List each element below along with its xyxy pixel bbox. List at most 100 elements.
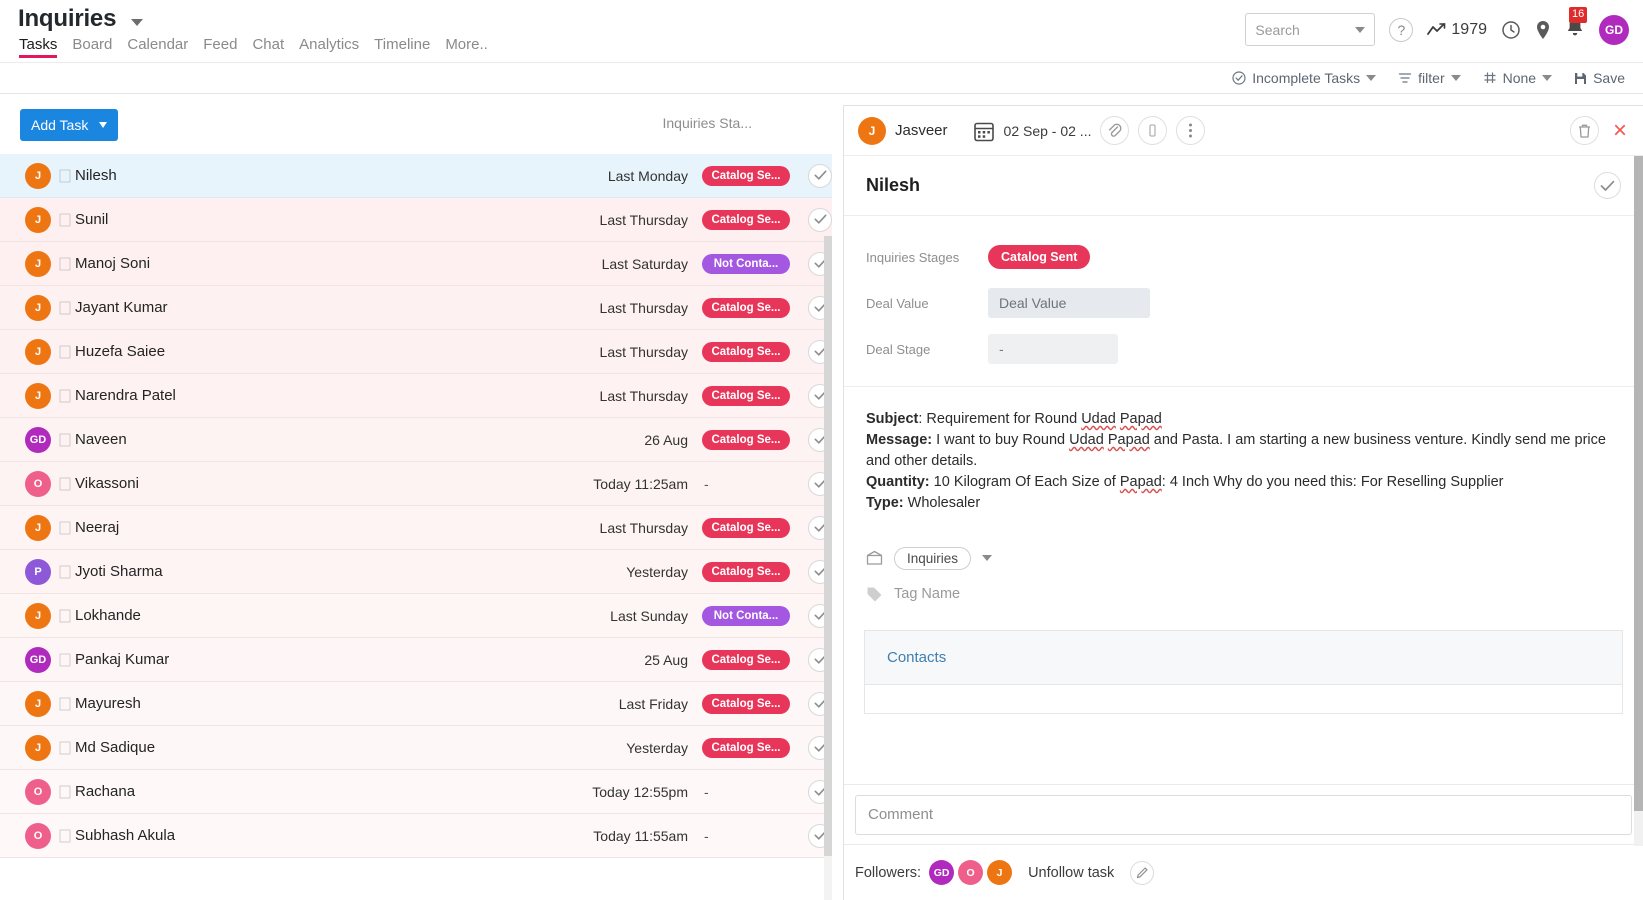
- deal-stage-field[interactable]: -: [988, 334, 1118, 364]
- table-row[interactable]: JJayant KumarLast ThursdayCatalog Se...: [0, 286, 832, 330]
- table-row[interactable]: GDNaveen26 AugCatalog Se...: [0, 418, 832, 462]
- activity-counter[interactable]: 1979: [1427, 21, 1487, 39]
- table-row[interactable]: JSunilLast ThursdayCatalog Se...: [0, 198, 832, 242]
- table-row[interactable]: ORachanaToday 12:55pm-: [0, 770, 832, 814]
- comment-input[interactable]: Comment: [855, 795, 1632, 835]
- avatar[interactable]: GD: [929, 860, 954, 885]
- drag-handle-icon[interactable]: [59, 741, 71, 755]
- stage-badge[interactable]: Catalog Sent: [988, 245, 1090, 269]
- toolbar-save[interactable]: Save: [1574, 70, 1625, 86]
- nav-item-tasks[interactable]: Tasks: [19, 36, 57, 58]
- table-row[interactable]: JLokhandeLast SundayNot Conta...: [0, 594, 832, 638]
- nav-item-board[interactable]: Board: [72, 36, 112, 58]
- table-row[interactable]: PJyoti SharmaYesterdayCatalog Se...: [0, 550, 832, 594]
- nav-item-chat[interactable]: Chat: [252, 36, 284, 58]
- drag-handle-icon[interactable]: [59, 521, 71, 535]
- drag-handle-icon[interactable]: [59, 697, 71, 711]
- table-row[interactable]: JMd SadiqueYesterdayCatalog Se...: [0, 726, 832, 770]
- avatar[interactable]: J: [987, 860, 1012, 885]
- table-row[interactable]: JNarendra PatelLast ThursdayCatalog Se..…: [0, 374, 832, 418]
- task-list-scrollbar[interactable]: [824, 236, 832, 900]
- table-row[interactable]: JManoj SoniLast SaturdayNot Conta...: [0, 242, 832, 286]
- search-input[interactable]: Search: [1245, 13, 1375, 46]
- status-badge[interactable]: Catalog Se...: [702, 562, 790, 582]
- nav-item-calendar[interactable]: Calendar: [127, 36, 188, 58]
- drag-handle-icon[interactable]: [59, 345, 71, 359]
- drag-handle-icon[interactable]: [59, 257, 71, 271]
- table-row[interactable]: JMayureshLast FridayCatalog Se...: [0, 682, 832, 726]
- toolbar-filter[interactable]: filter: [1398, 70, 1460, 86]
- notifications-button[interactable]: 16: [1565, 17, 1585, 43]
- drag-handle-icon[interactable]: [59, 213, 71, 227]
- close-icon[interactable]: ×: [1613, 119, 1627, 143]
- tag-row[interactable]: Tag Name: [866, 576, 1621, 612]
- location-pin-icon[interactable]: [1535, 20, 1551, 40]
- chevron-down-icon[interactable]: [99, 122, 107, 128]
- detail-date-range[interactable]: 02 Sep - 02 ...: [973, 120, 1092, 142]
- chevron-down-icon[interactable]: [131, 19, 143, 26]
- drag-handle-icon[interactable]: [59, 477, 71, 491]
- note-icon[interactable]: [1138, 116, 1167, 145]
- nav-item-more[interactable]: More..: [445, 36, 488, 58]
- drag-handle-icon[interactable]: [59, 565, 71, 579]
- status-badge[interactable]: Catalog Se...: [702, 210, 790, 230]
- drag-handle-icon[interactable]: [59, 301, 71, 315]
- status-badge[interactable]: -: [702, 780, 790, 804]
- add-task-button[interactable]: Add Task: [20, 109, 118, 141]
- status-badge[interactable]: -: [702, 824, 790, 848]
- avatar[interactable]: GD: [1599, 15, 1629, 45]
- status-badge[interactable]: Catalog Se...: [702, 518, 790, 538]
- drag-handle-icon[interactable]: [59, 785, 71, 799]
- status-badge[interactable]: Catalog Se...: [702, 342, 790, 362]
- nav-item-feed[interactable]: Feed: [203, 36, 237, 58]
- help-icon[interactable]: ?: [1389, 18, 1413, 42]
- avatar[interactable]: O: [958, 860, 983, 885]
- status-badge[interactable]: Catalog Se...: [702, 694, 790, 714]
- table-row[interactable]: JNeerajLast ThursdayCatalog Se...: [0, 506, 832, 550]
- drag-handle-icon[interactable]: [59, 169, 71, 183]
- table-row[interactable]: GDPankaj Kumar25 AugCatalog Se...: [0, 638, 832, 682]
- status-badge[interactable]: -: [702, 472, 790, 496]
- status-badge[interactable]: Catalog Se...: [702, 430, 790, 450]
- clock-icon[interactable]: [1501, 20, 1521, 40]
- scrollbar-thumb[interactable]: [1634, 156, 1643, 811]
- chevron-down-icon[interactable]: [982, 555, 992, 561]
- table-row[interactable]: OSubhash AkulaToday 11:55am-: [0, 814, 832, 858]
- toolbar-none[interactable]: None: [1483, 70, 1552, 86]
- complete-task-button[interactable]: [1594, 172, 1621, 199]
- complete-task-button[interactable]: [808, 208, 832, 232]
- chevron-down-icon[interactable]: [1366, 75, 1376, 81]
- detail-assignee[interactable]: J Jasveer: [858, 117, 948, 145]
- contacts-link[interactable]: Contacts: [887, 649, 946, 666]
- drag-handle-icon[interactable]: [59, 609, 71, 623]
- more-menu-icon[interactable]: [1176, 116, 1205, 145]
- edit-followers-icon[interactable]: [1130, 861, 1154, 885]
- deal-value-field[interactable]: Deal Value: [988, 288, 1150, 318]
- status-badge[interactable]: Catalog Se...: [702, 738, 790, 758]
- table-row[interactable]: OVikassoniToday 11:25am-: [0, 462, 832, 506]
- chevron-down-icon[interactable]: [1451, 75, 1461, 81]
- chevron-down-icon[interactable]: [1355, 27, 1365, 33]
- delete-icon[interactable]: [1570, 116, 1599, 145]
- toolbar-incomplete-tasks[interactable]: Incomplete Tasks: [1232, 70, 1376, 86]
- table-row[interactable]: JHuzefa SaieeLast ThursdayCatalog Se...: [0, 330, 832, 374]
- drag-handle-icon[interactable]: [59, 433, 71, 447]
- status-badge[interactable]: Catalog Se...: [702, 386, 790, 406]
- status-badge[interactable]: Not Conta...: [702, 254, 790, 274]
- detail-scrollbar[interactable]: [1634, 156, 1643, 846]
- scrollbar-thumb[interactable]: [824, 236, 832, 856]
- nav-item-timeline[interactable]: Timeline: [374, 36, 430, 58]
- status-badge[interactable]: Not Conta...: [702, 606, 790, 626]
- app-title-block[interactable]: Inquiries: [18, 5, 143, 33]
- drag-handle-icon[interactable]: [59, 653, 71, 667]
- chevron-down-icon[interactable]: [1542, 75, 1552, 81]
- table-row[interactable]: JNileshLast MondayCatalog Se...: [0, 154, 832, 198]
- drag-handle-icon[interactable]: [59, 389, 71, 403]
- nav-item-analytics[interactable]: Analytics: [299, 36, 359, 58]
- complete-task-button[interactable]: [808, 164, 832, 188]
- status-badge[interactable]: Catalog Se...: [702, 166, 790, 186]
- status-badge[interactable]: Catalog Se...: [702, 298, 790, 318]
- drag-handle-icon[interactable]: [59, 829, 71, 843]
- status-badge[interactable]: Catalog Se...: [702, 650, 790, 670]
- unfollow-task-button[interactable]: Unfollow task: [1028, 865, 1114, 881]
